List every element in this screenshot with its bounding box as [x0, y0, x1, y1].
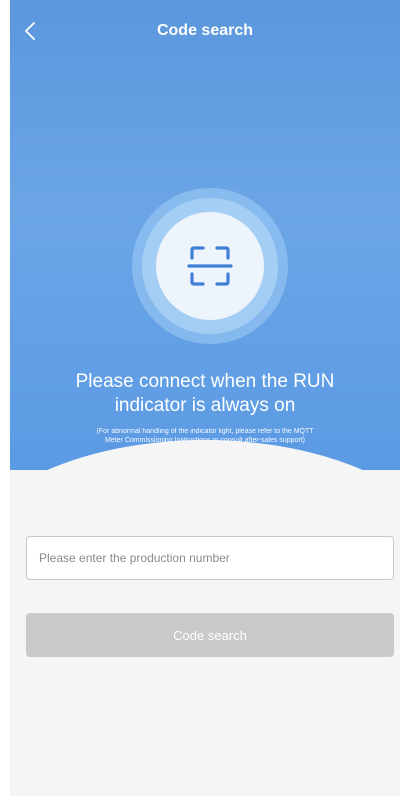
note-line-1: (For abnormal handling of the indicator …: [96, 428, 314, 435]
code-search-screen: Code search Please connect when the RUN …: [10, 0, 400, 796]
note-line-2: Meter Commissioning Instructions or cons…: [105, 437, 305, 444]
code-search-button[interactable]: Code search: [26, 613, 394, 657]
instruction-headline: Please connect when the RUN indicator is…: [10, 370, 400, 418]
scan-frame-icon: [187, 246, 233, 286]
page-title: Code search: [156, 22, 254, 39]
production-number-input[interactable]: [26, 536, 394, 580]
headline-line-1: Please connect when the RUN: [75, 371, 335, 392]
indicator-note: (For abnormal handling of the indicator …: [18, 427, 392, 445]
nav-bar: Code search: [10, 0, 400, 62]
headline-line-2: indicator is always on: [114, 395, 296, 416]
